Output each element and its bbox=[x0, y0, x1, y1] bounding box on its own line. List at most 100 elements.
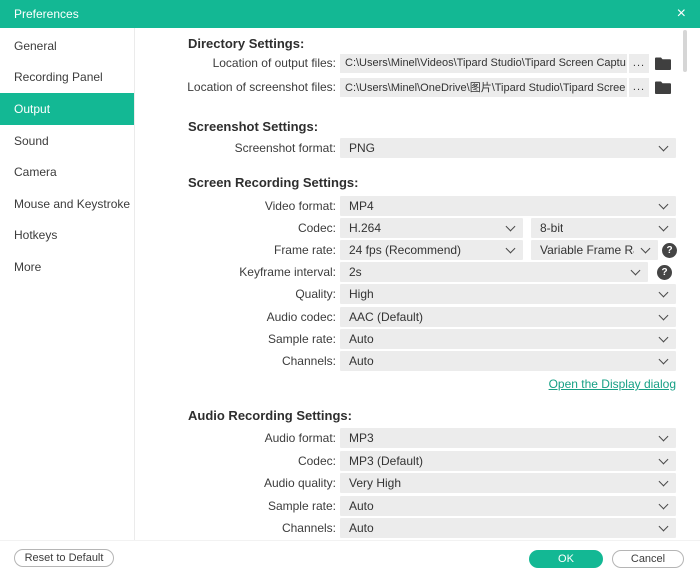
audio-format-row: Audio format: MP3 bbox=[135, 428, 700, 448]
sidebar-item-label: Sound bbox=[14, 134, 49, 148]
dropdown-value: AAC (Default) bbox=[349, 310, 423, 324]
quality-dropdown[interactable]: High bbox=[340, 284, 676, 304]
audio-recording-settings-heading: Audio Recording Settings: bbox=[188, 408, 352, 423]
audio-channels-label: Channels: bbox=[135, 521, 336, 535]
sidebar-item-camera[interactable]: Camera bbox=[0, 156, 134, 188]
sample-rate-row: Sample rate: Auto bbox=[135, 329, 700, 349]
reset-to-default-button[interactable]: Reset to Default bbox=[14, 549, 114, 567]
dropdown-value: Auto bbox=[349, 354, 374, 368]
dropdown-value: Auto bbox=[349, 521, 374, 535]
audio-channels-dropdown[interactable]: Auto bbox=[340, 518, 676, 538]
dropdown-value: 24 fps (Recommend) bbox=[349, 243, 461, 257]
dropdown-value: High bbox=[349, 287, 374, 301]
chevron-down-icon bbox=[659, 141, 669, 151]
screen-recording-settings-heading: Screen Recording Settings: bbox=[188, 175, 358, 190]
video-format-row: Video format: MP4 bbox=[135, 196, 700, 216]
folder-icon[interactable] bbox=[655, 81, 671, 94]
chevron-down-icon bbox=[659, 199, 669, 209]
chevron-down-icon bbox=[659, 287, 669, 297]
sidebar-item-hotkeys[interactable]: Hotkeys bbox=[0, 220, 134, 252]
channels-label: Channels: bbox=[135, 354, 336, 368]
codec-row: Codec: H.264 8-bit bbox=[135, 218, 700, 238]
folder-icon[interactable] bbox=[655, 57, 671, 70]
sidebar: General Recording Panel Output Sound Cam… bbox=[0, 28, 135, 540]
output-files-row: Location of output files: C:\Users\Minel… bbox=[135, 53, 700, 73]
screenshot-files-browse-button[interactable]: ... bbox=[629, 78, 649, 97]
audio-format-label: Audio format: bbox=[135, 431, 336, 445]
sidebar-item-recording-panel[interactable]: Recording Panel bbox=[0, 62, 134, 94]
audio-codec-dropdown[interactable]: AAC (Default) bbox=[340, 307, 676, 327]
close-icon[interactable]: × bbox=[677, 6, 686, 22]
bit-depth-dropdown[interactable]: 8-bit bbox=[531, 218, 676, 238]
help-icon[interactable]: ? bbox=[657, 265, 672, 280]
sidebar-item-label: Camera bbox=[14, 165, 57, 179]
sidebar-item-general[interactable]: General bbox=[0, 30, 134, 62]
chevron-down-icon bbox=[659, 310, 669, 320]
footer: Reset to Default OK Cancel bbox=[0, 540, 700, 579]
keyframe-interval-row: Keyframe interval: 2s ? bbox=[135, 262, 700, 282]
channels-dropdown[interactable]: Auto bbox=[340, 351, 676, 371]
screenshot-format-label: Screenshot format: bbox=[135, 141, 336, 155]
audio-channels-row: Channels: Auto bbox=[135, 518, 700, 538]
cancel-button[interactable]: Cancel bbox=[612, 550, 684, 568]
output-files-label: Location of output files: bbox=[135, 56, 336, 70]
chevron-down-icon bbox=[631, 265, 641, 275]
screenshot-files-path-field[interactable]: C:\Users\Minel\OneDrive\图片\Tipard Studio… bbox=[340, 78, 627, 97]
sidebar-item-label: Mouse and Keystroke bbox=[14, 197, 130, 211]
chevron-down-icon bbox=[659, 332, 669, 342]
sidebar-item-label: General bbox=[14, 39, 57, 53]
frame-rate-dropdown[interactable]: 24 fps (Recommend) bbox=[340, 240, 523, 260]
quality-row: Quality: High bbox=[135, 284, 700, 304]
directory-settings-heading: Directory Settings: bbox=[188, 36, 304, 51]
dropdown-value: MP3 bbox=[349, 431, 374, 445]
sidebar-item-output[interactable]: Output bbox=[0, 93, 134, 125]
channels-row: Channels: Auto bbox=[135, 351, 700, 371]
screenshot-settings-heading: Screenshot Settings: bbox=[188, 119, 318, 134]
screenshot-format-row: Screenshot format: PNG bbox=[135, 138, 700, 158]
sidebar-item-label: Recording Panel bbox=[14, 70, 103, 84]
audio-format-dropdown[interactable]: MP3 bbox=[340, 428, 676, 448]
dialog-title: Preferences bbox=[14, 7, 79, 21]
help-icon[interactable]: ? bbox=[662, 243, 677, 258]
audio-sample-rate-dropdown[interactable]: Auto bbox=[340, 496, 676, 516]
dropdown-value: MP4 bbox=[349, 199, 374, 213]
output-files-path-field[interactable]: C:\Users\Minel\Videos\Tipard Studio\Tipa… bbox=[340, 54, 627, 73]
screenshot-files-label: Location of screenshot files: bbox=[135, 80, 336, 94]
output-files-path-value: C:\Users\Minel\Videos\Tipard Studio\Tipa… bbox=[345, 57, 626, 69]
ok-button[interactable]: OK bbox=[529, 550, 603, 568]
screenshot-files-path-value: C:\Users\Minel\OneDrive\图片\Tipard Studio… bbox=[345, 79, 625, 95]
audio-quality-dropdown[interactable]: Very High bbox=[340, 473, 676, 493]
dropdown-value: 2s bbox=[349, 265, 362, 279]
chevron-down-icon bbox=[659, 431, 669, 441]
sample-rate-label: Sample rate: bbox=[135, 332, 336, 346]
sidebar-item-mouse-and-keystroke[interactable]: Mouse and Keystroke bbox=[0, 188, 134, 220]
sample-rate-dropdown[interactable]: Auto bbox=[340, 329, 676, 349]
sidebar-item-label: More bbox=[14, 260, 41, 274]
chevron-down-icon bbox=[641, 243, 651, 253]
screenshot-format-dropdown[interactable]: PNG bbox=[340, 138, 676, 158]
video-format-dropdown[interactable]: MP4 bbox=[340, 196, 676, 216]
chevron-down-icon bbox=[659, 476, 669, 486]
frame-rate-mode-dropdown[interactable]: Variable Frame Rate bbox=[531, 240, 658, 260]
audio-quality-row: Audio quality: Very High bbox=[135, 473, 700, 493]
codec-dropdown[interactable]: H.264 bbox=[340, 218, 523, 238]
scrollbar-thumb[interactable] bbox=[683, 30, 687, 72]
keyframe-interval-label: Keyframe interval: bbox=[135, 265, 336, 279]
quality-label: Quality: bbox=[135, 287, 336, 301]
output-files-browse-button[interactable]: ... bbox=[629, 54, 649, 73]
chevron-down-icon bbox=[659, 499, 669, 509]
open-display-dialog-link[interactable]: Open the Display dialog bbox=[549, 377, 676, 391]
sidebar-item-sound[interactable]: Sound bbox=[0, 125, 134, 157]
chevron-down-icon bbox=[506, 243, 516, 253]
dropdown-value: Variable Frame Rate bbox=[540, 243, 634, 257]
audio-codec-label: Audio codec: bbox=[135, 310, 336, 324]
keyframe-interval-dropdown[interactable]: 2s bbox=[340, 262, 648, 282]
dropdown-value: MP3 (Default) bbox=[349, 454, 423, 468]
sidebar-item-label: Hotkeys bbox=[14, 228, 57, 242]
chevron-down-icon bbox=[659, 454, 669, 464]
audio-codec2-dropdown[interactable]: MP3 (Default) bbox=[340, 451, 676, 471]
sidebar-item-more[interactable]: More bbox=[0, 251, 134, 283]
codec-label: Codec: bbox=[135, 221, 336, 235]
dropdown-value: Auto bbox=[349, 332, 374, 346]
chevron-down-icon bbox=[506, 221, 516, 231]
